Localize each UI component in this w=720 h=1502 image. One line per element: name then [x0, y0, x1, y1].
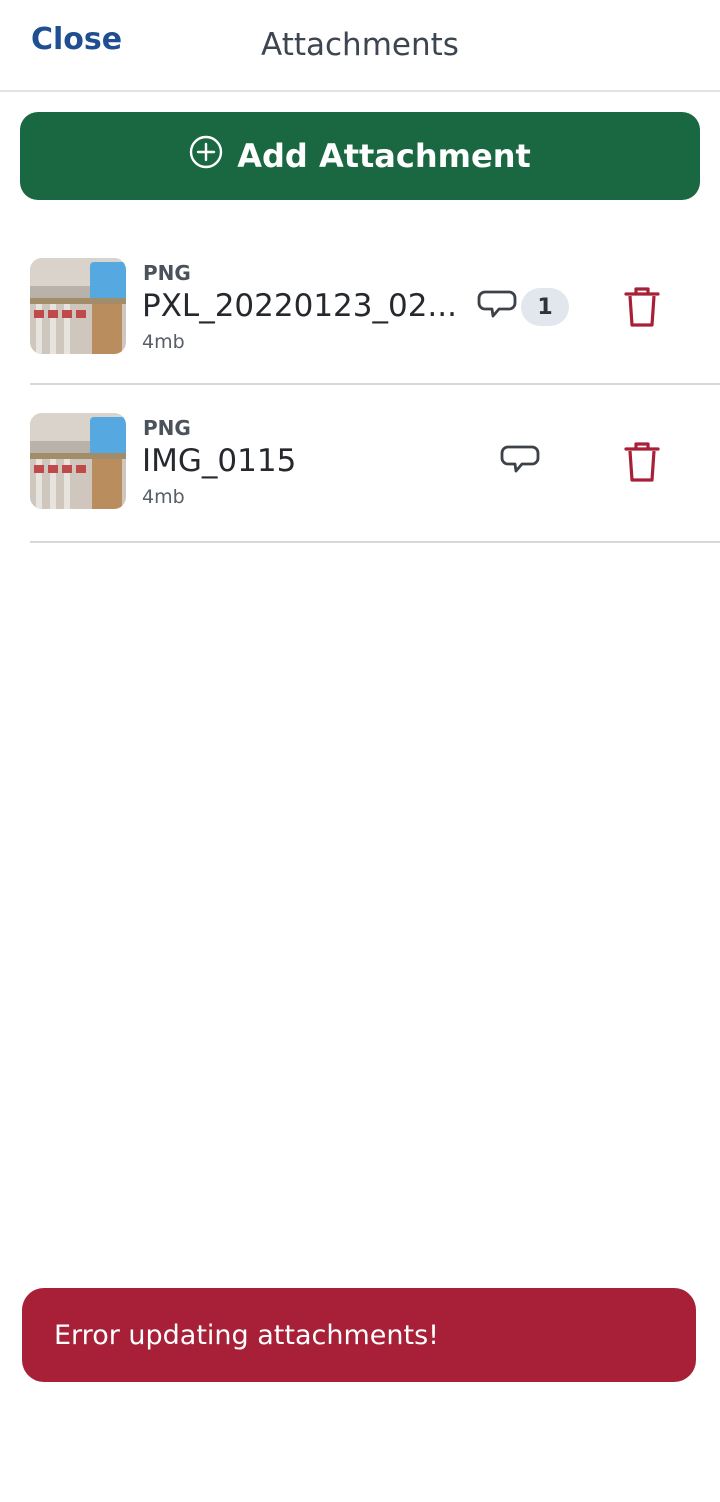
attachment-row: PNG IMG_0115 4mb	[30, 385, 720, 543]
comment-count-badge: 1	[521, 288, 569, 326]
file-name[interactable]: PXL_20220123_02...	[142, 288, 457, 324]
comment-button[interactable]	[475, 286, 519, 326]
file-size: 4mb	[142, 331, 185, 353]
comment-button[interactable]	[498, 441, 542, 481]
plus-circle-icon	[189, 135, 223, 177]
add-attachment-label: Add Attachment	[237, 137, 531, 175]
file-size: 4mb	[142, 486, 185, 508]
error-message: Error updating attachments!	[54, 1319, 439, 1351]
error-toast[interactable]: Error updating attachments!	[22, 1288, 696, 1382]
file-type: PNG	[143, 261, 191, 285]
header: Close Attachments	[0, 0, 720, 92]
chat-bubble-icon	[477, 288, 517, 324]
page-title: Attachments	[261, 27, 459, 63]
attachment-row: PNG PXL_20220123_02... 4mb 1	[30, 230, 720, 385]
file-type: PNG	[143, 416, 191, 440]
chat-bubble-icon	[500, 443, 540, 479]
delete-button[interactable]	[623, 440, 661, 484]
attachments-screen: Close Attachments Add Attachment PNG PXL…	[0, 0, 720, 1502]
attachment-list: PNG PXL_20220123_02... 4mb 1 PNG IMG_011…	[0, 230, 720, 543]
delete-button[interactable]	[623, 285, 661, 329]
file-name[interactable]: IMG_0115	[142, 443, 296, 479]
add-attachment-button[interactable]: Add Attachment	[20, 112, 700, 200]
attachment-thumbnail[interactable]	[30, 258, 126, 354]
trash-icon	[623, 285, 661, 329]
trash-icon	[623, 440, 661, 484]
attachment-thumbnail[interactable]	[30, 413, 126, 509]
